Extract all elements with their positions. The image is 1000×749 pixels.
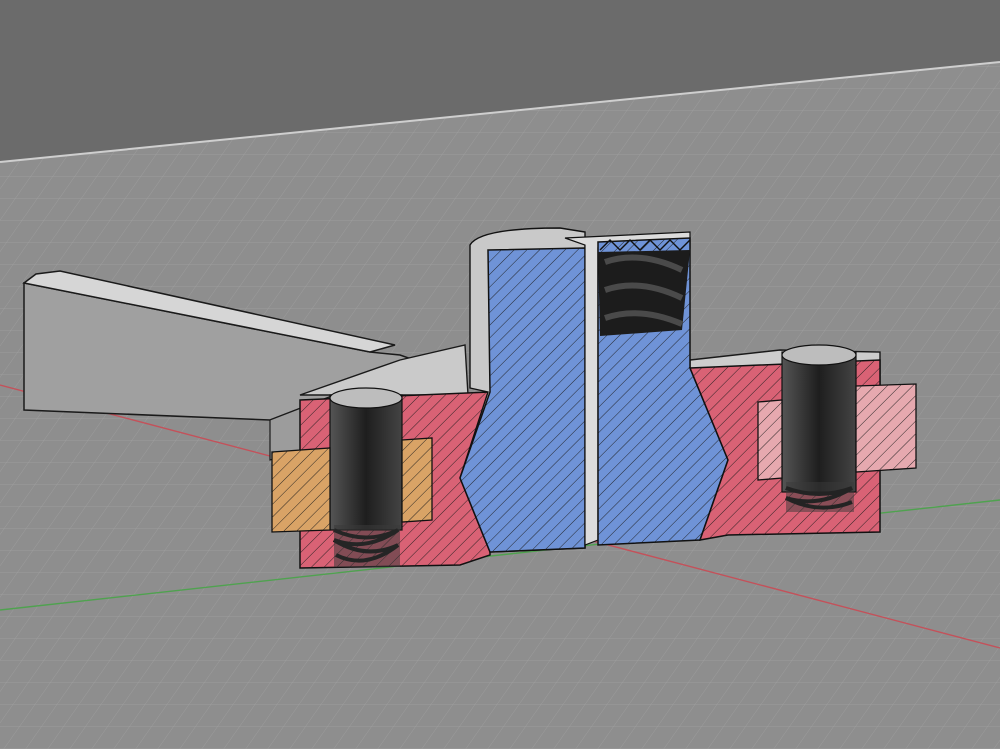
- left-screw-hole[interactable]: [329, 387, 403, 567]
- threaded-bore[interactable]: [598, 239, 691, 336]
- right-screw-hole[interactable]: [781, 344, 857, 512]
- cad-viewport[interactable]: [0, 0, 1000, 749]
- section-view-canvas[interactable]: [0, 0, 1000, 749]
- center-body-left[interactable]: [459, 227, 586, 553]
